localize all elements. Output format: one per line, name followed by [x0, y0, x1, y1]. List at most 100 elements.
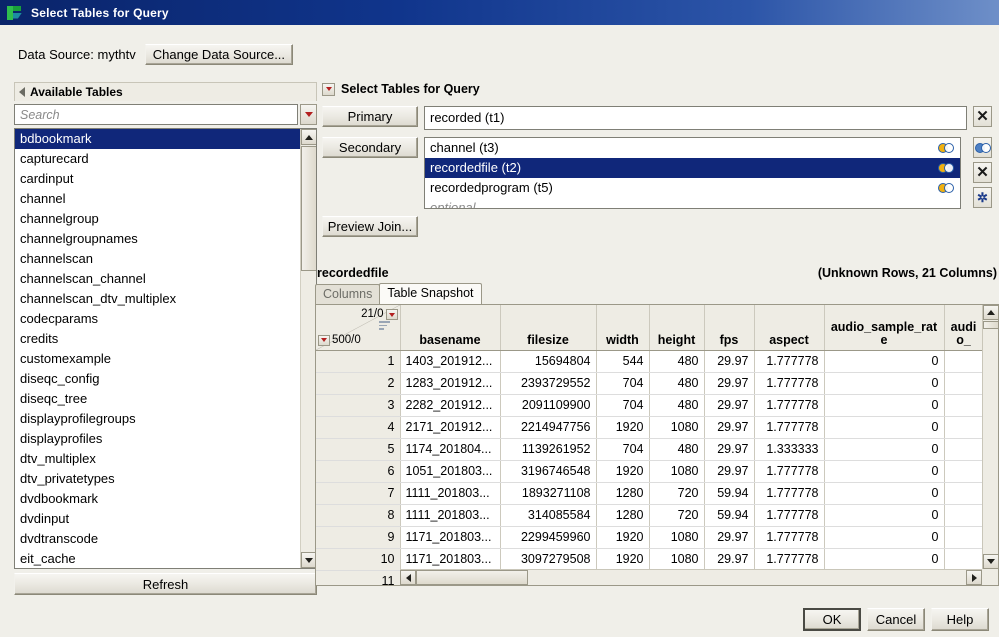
cell-width[interactable]: 704 — [596, 438, 650, 461]
cell-audio_[interactable] — [944, 482, 984, 505]
select-tables-options-dropdown[interactable] — [322, 82, 335, 96]
column-header[interactable]: aspect — [754, 305, 825, 351]
cell-fps[interactable]: 59.94 — [704, 504, 755, 527]
row-number[interactable]: 2 — [316, 372, 401, 395]
cell-height[interactable]: 480 — [649, 350, 705, 373]
cell-fps[interactable]: 29.97 — [704, 460, 755, 483]
grid-scroll-right-button[interactable] — [966, 570, 982, 585]
cell-height[interactable]: 480 — [649, 372, 705, 395]
cell-audio_sample_rate[interactable]: 0 — [824, 350, 945, 373]
cell-fps[interactable]: 29.97 — [704, 372, 755, 395]
row-number[interactable]: 9 — [316, 526, 401, 549]
secondary-tables-list[interactable]: channel (t3) recordedfile (t2) recordedpro… — [424, 137, 961, 209]
remove-primary-button[interactable]: ✕ — [973, 106, 992, 127]
grid-horizontal-scrollbar[interactable] — [400, 569, 982, 585]
cell-audio_[interactable] — [944, 416, 984, 439]
list-item[interactable]: codecparams — [15, 309, 300, 329]
collapse-triangle-icon[interactable] — [19, 87, 25, 97]
cell-filesize[interactable]: 15694804 — [500, 350, 597, 373]
cell-audio_sample_rate[interactable]: 0 — [824, 438, 945, 461]
cell-audio_sample_rate[interactable]: 0 — [824, 372, 945, 395]
cell-audio_sample_rate[interactable]: 0 — [824, 504, 945, 527]
rows-counter[interactable]: 500/0 — [318, 334, 361, 347]
cell-height[interactable]: 1080 — [649, 416, 705, 439]
list-item[interactable]: dvdtranscode — [15, 529, 300, 549]
search-input[interactable] — [14, 104, 298, 125]
row-number[interactable]: 7 — [316, 482, 401, 505]
column-header[interactable]: width — [596, 305, 650, 351]
grid-scroll-up-button[interactable] — [983, 305, 998, 320]
list-item[interactable]: eit_cache — [15, 549, 300, 568]
row-number[interactable]: 4 — [316, 416, 401, 439]
primary-table-field[interactable]: recorded (t1) — [424, 106, 967, 130]
cell-audio_sample_rate[interactable]: 0 — [824, 526, 945, 549]
cell-aspect[interactable]: 1.777778 — [754, 416, 825, 439]
cell-basename[interactable]: 2282_201912... — [400, 394, 501, 417]
table-row[interactable]: 6 1051_201803... 3196746548 1920 1080 29.97 1.… — [316, 460, 984, 483]
list-item[interactable]: bdbookmark — [15, 129, 300, 149]
grid-vertical-scrollbar[interactable] — [982, 305, 998, 569]
venn-join-icon[interactable] — [938, 163, 954, 173]
list-item[interactable]: capturecard — [15, 149, 300, 169]
cell-height[interactable]: 480 — [649, 438, 705, 461]
cell-width[interactable]: 1920 — [596, 416, 650, 439]
cell-height[interactable]: 1080 — [649, 548, 705, 571]
cell-basename[interactable]: 1111_201803... — [400, 504, 501, 527]
cell-audio_[interactable] — [944, 438, 984, 461]
table-row[interactable]: 7 1111_201803... 1893271108 1280 720 59.94 1.7… — [316, 482, 984, 505]
cell-audio_[interactable] — [944, 372, 984, 395]
row-number[interactable]: 6 — [316, 460, 401, 483]
cell-width[interactable]: 1280 — [596, 482, 650, 505]
list-item[interactable]: dtv_multiplex — [15, 449, 300, 469]
list-item[interactable]: channelscan_dtv_multiplex — [15, 289, 300, 309]
cell-aspect[interactable]: 1.777778 — [754, 526, 825, 549]
available-tables-list[interactable]: bdbookmark capturecard cardinput channel cha… — [14, 128, 317, 569]
list-item[interactable]: diseqc_config — [15, 369, 300, 389]
cell-height[interactable]: 480 — [649, 394, 705, 417]
cell-aspect[interactable]: 1.777778 — [754, 460, 825, 483]
cell-height[interactable]: 1080 — [649, 526, 705, 549]
cell-aspect[interactable]: 1.777778 — [754, 394, 825, 417]
grid-hscrollbar-thumb[interactable] — [416, 570, 528, 585]
cell-basename[interactable]: 1403_201912... — [400, 350, 501, 373]
cell-filesize[interactable]: 3097279508 — [500, 548, 597, 571]
list-item[interactable]: channelscan_channel — [15, 269, 300, 289]
column-header[interactable]: audio_ — [944, 305, 984, 351]
cell-aspect[interactable]: 1.777778 — [754, 350, 825, 373]
table-row[interactable]: 3 2282_201912... 2091109900 704 480 29.97 1.77… — [316, 394, 984, 417]
preview-join-button[interactable]: Preview Join... — [322, 216, 418, 237]
cell-audio_sample_rate[interactable]: 0 — [824, 460, 945, 483]
cell-filesize[interactable]: 314085584 — [500, 504, 597, 527]
list-item[interactable]: credits — [15, 329, 300, 349]
cell-height[interactable]: 1080 — [649, 460, 705, 483]
cell-height[interactable]: 720 — [649, 504, 705, 527]
list-item[interactable]: dvdbookmark — [15, 489, 300, 509]
cell-width[interactable]: 1280 — [596, 504, 650, 527]
cell-basename[interactable]: 1174_201804... — [400, 438, 501, 461]
refresh-button[interactable]: Refresh — [14, 573, 317, 595]
available-tables-header[interactable]: Available Tables — [14, 82, 317, 101]
cell-basename[interactable]: 2171_201912... — [400, 416, 501, 439]
list-item[interactable]: cardinput — [15, 169, 300, 189]
tab-table-snapshot[interactable]: Table Snapshot — [379, 283, 482, 304]
table-row[interactable]: 10 1171_201803... 3097279508 1920 1080 29.97 1… — [316, 548, 984, 571]
cell-filesize[interactable]: 1893271108 — [500, 482, 597, 505]
table-row[interactable]: 4 2171_201912... 2214947756 1920 1080 29.97 1.… — [316, 416, 984, 439]
column-header[interactable]: height — [649, 305, 705, 351]
columns-counter-dropdown[interactable] — [385, 309, 398, 320]
list-item[interactable]: channelgroup — [15, 209, 300, 229]
cell-fps[interactable]: 29.97 — [704, 526, 755, 549]
cell-fps[interactable]: 29.97 — [704, 548, 755, 571]
search-options-dropdown[interactable] — [300, 104, 317, 125]
list-item[interactable]: channel — [15, 189, 300, 209]
grid-scroll-left-button[interactable] — [400, 570, 416, 585]
column-header[interactable]: filesize — [500, 305, 597, 351]
cell-audio_sample_rate[interactable]: 0 — [824, 394, 945, 417]
available-tables-scrollbar[interactable] — [300, 129, 316, 568]
join-options-button[interactable]: ✲ — [973, 187, 992, 208]
cell-width[interactable]: 1920 — [596, 548, 650, 571]
list-item[interactable]: customexample — [15, 349, 300, 369]
scrollbar-thumb[interactable] — [301, 146, 316, 271]
rows-counter-dropdown[interactable] — [318, 334, 330, 346]
row-number[interactable]: 5 — [316, 438, 401, 461]
